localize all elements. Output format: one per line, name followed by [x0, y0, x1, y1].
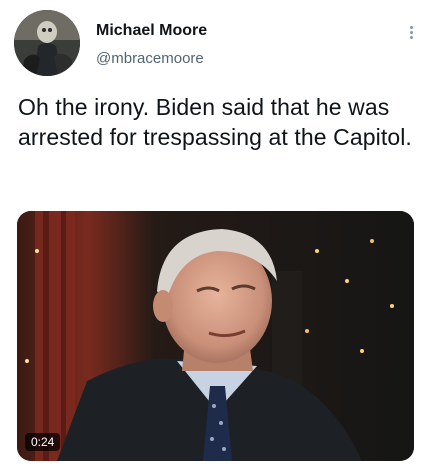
tweet-header: Michael Moore @mbracemoore	[14, 10, 414, 76]
avatar[interactable]	[14, 10, 80, 76]
tweet-text: Oh the irony. Biden said that he was arr…	[18, 94, 412, 150]
avatar-image	[14, 10, 80, 76]
more-vertical-icon[interactable]	[404, 24, 418, 44]
author-names: Michael Moore @mbracemoore	[96, 22, 207, 67]
video-thumbnail	[17, 211, 414, 461]
video-player[interactable]: 0:24	[17, 211, 414, 461]
author-display-name[interactable]: Michael Moore	[96, 22, 207, 42]
author-handle[interactable]: @mbracemoore	[96, 50, 207, 67]
video-duration-badge: 0:24	[25, 433, 61, 451]
tweet-card: Michael Moore @mbracemoore Oh the irony.…	[0, 0, 425, 476]
